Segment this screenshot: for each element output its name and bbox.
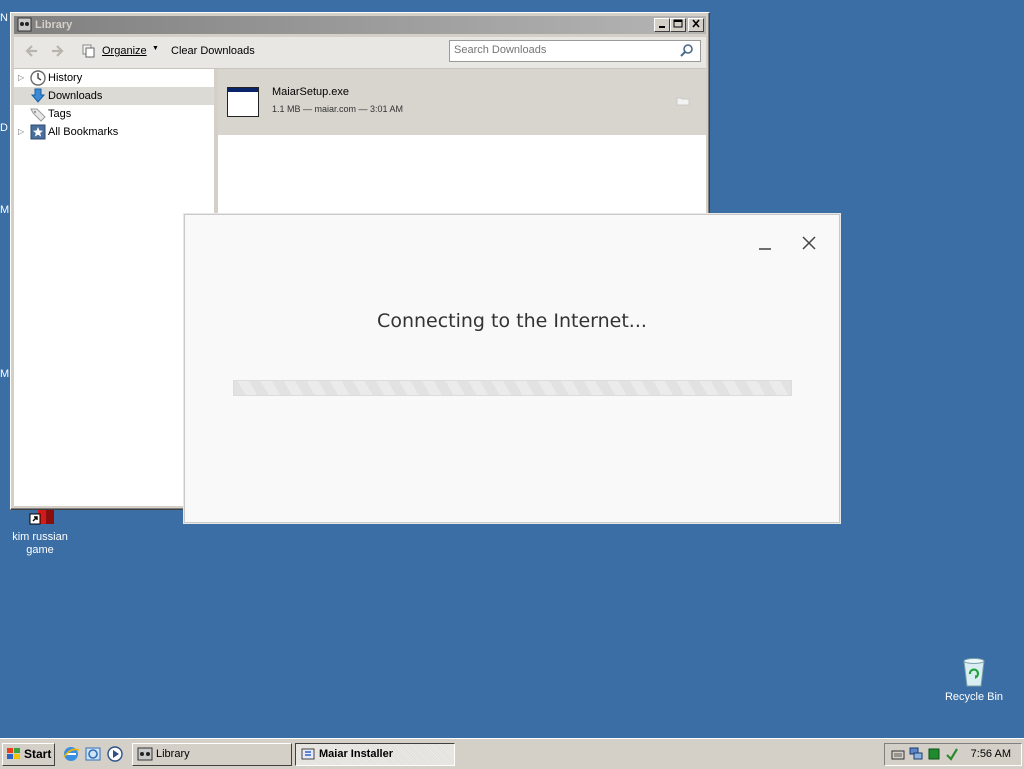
internet-explorer-icon[interactable] xyxy=(62,745,80,763)
minimize-button[interactable] xyxy=(654,18,670,32)
raccoon-app-icon xyxy=(17,17,32,32)
recycle-bin-icon xyxy=(958,656,990,688)
sidebar-item-all-bookmarks[interactable]: ▷ All Bookmarks xyxy=(14,123,214,141)
close-icon[interactable] xyxy=(801,235,817,251)
outlook-express-icon[interactable] xyxy=(84,745,102,763)
expand-triangle-icon[interactable]: ▷ xyxy=(18,123,24,141)
installer-icon xyxy=(301,748,315,760)
desktop-edge-label: M xyxy=(0,204,10,216)
taskbar-button-maiar-installer[interactable]: Maiar Installer xyxy=(295,743,455,766)
search-icon[interactable] xyxy=(680,43,694,57)
taskbar-button-label: Maiar Installer xyxy=(319,748,393,760)
search-input[interactable] xyxy=(450,41,678,59)
sidebar-item-label: History xyxy=(48,72,83,84)
taskbar-button-label: Library xyxy=(156,748,190,760)
download-item[interactable]: MaiarSetup.exe 1.1 MB — maiar.com — 3:01… xyxy=(218,69,706,135)
minimize-icon xyxy=(659,26,665,28)
network-icon[interactable] xyxy=(909,747,923,761)
close-icon xyxy=(692,19,700,28)
sidebar-item-label: Downloads xyxy=(48,90,103,102)
download-meta: 1.1 MB — maiar.com — 3:01 AM xyxy=(272,104,404,114)
taskbar-button-library[interactable]: Library xyxy=(132,743,292,766)
close-button[interactable] xyxy=(688,18,704,32)
sidebar-item-label: Tags xyxy=(48,108,72,120)
desktop-edge-label: M xyxy=(0,368,10,380)
taskbar: Start Library Maiar Installer 7:56 AM xyxy=(0,738,1024,769)
bookmark-star-icon xyxy=(30,124,46,140)
clock-icon xyxy=(30,70,46,86)
desktop-icon-recycle-bin[interactable]: Recycle Bin xyxy=(934,656,1014,704)
maximize-icon xyxy=(673,19,683,28)
windows-logo-icon xyxy=(7,748,20,759)
system-tray: 7:56 AM xyxy=(884,743,1022,766)
sidebar-item-downloads[interactable]: Downloads xyxy=(14,87,214,105)
clear-downloads-button[interactable]: Clear Downloads xyxy=(171,45,255,57)
update-icon[interactable] xyxy=(945,747,959,761)
download-arrow-icon xyxy=(30,88,46,103)
expand-triangle-icon[interactable]: ▷ xyxy=(18,69,24,87)
executable-file-icon xyxy=(227,87,259,117)
desktop-edge-label: D xyxy=(0,122,8,134)
back-arrow-icon xyxy=(25,45,37,57)
sidebar-item-label: All Bookmarks xyxy=(48,126,119,138)
sidebar-item-history[interactable]: ▷ History xyxy=(14,69,214,87)
raccoon-app-icon xyxy=(137,747,153,761)
progress-bar xyxy=(233,380,792,396)
keyboard-icon[interactable] xyxy=(891,747,905,761)
organize-icon xyxy=(82,44,95,58)
media-player-icon[interactable] xyxy=(106,745,124,763)
game-shortcut-icon xyxy=(24,508,56,528)
progress-bar-fill xyxy=(234,381,791,395)
maximize-button[interactable] xyxy=(670,18,686,32)
tag-icon xyxy=(30,108,46,122)
start-button[interactable]: Start xyxy=(2,743,55,766)
library-titlebar[interactable]: Library xyxy=(14,16,706,34)
taskbar-clock[interactable]: 7:56 AM xyxy=(971,744,1011,765)
search-box[interactable] xyxy=(449,40,701,62)
minimize-icon[interactable] xyxy=(757,237,773,253)
desktop-edge-label: N xyxy=(0,12,8,24)
back-button[interactable] xyxy=(23,43,41,61)
open-folder-icon[interactable] xyxy=(676,96,690,106)
library-title: Library xyxy=(35,19,73,31)
installer-dialog[interactable]: Connecting to the Internet... xyxy=(184,214,840,523)
library-toolbar: Organize ▼ Clear Downloads xyxy=(14,37,706,69)
desktop-icon-label: Recycle Bin xyxy=(944,691,1004,703)
dropdown-caret-icon: ▼ xyxy=(152,45,159,52)
organize-label: Organize xyxy=(102,45,147,57)
start-label: Start xyxy=(24,747,52,761)
installer-status-text: Connecting to the Internet... xyxy=(377,310,647,332)
security-shield-icon[interactable] xyxy=(927,747,941,761)
forward-button[interactable] xyxy=(48,43,66,61)
download-filename: MaiarSetup.exe xyxy=(272,86,350,98)
desktop-icon-kim-russian-game[interactable]: kim russian game xyxy=(0,508,80,557)
forward-arrow-icon xyxy=(52,45,64,57)
desktop-icon-label: kim russian game xyxy=(12,531,68,556)
sidebar-item-tags[interactable]: Tags xyxy=(14,105,214,123)
